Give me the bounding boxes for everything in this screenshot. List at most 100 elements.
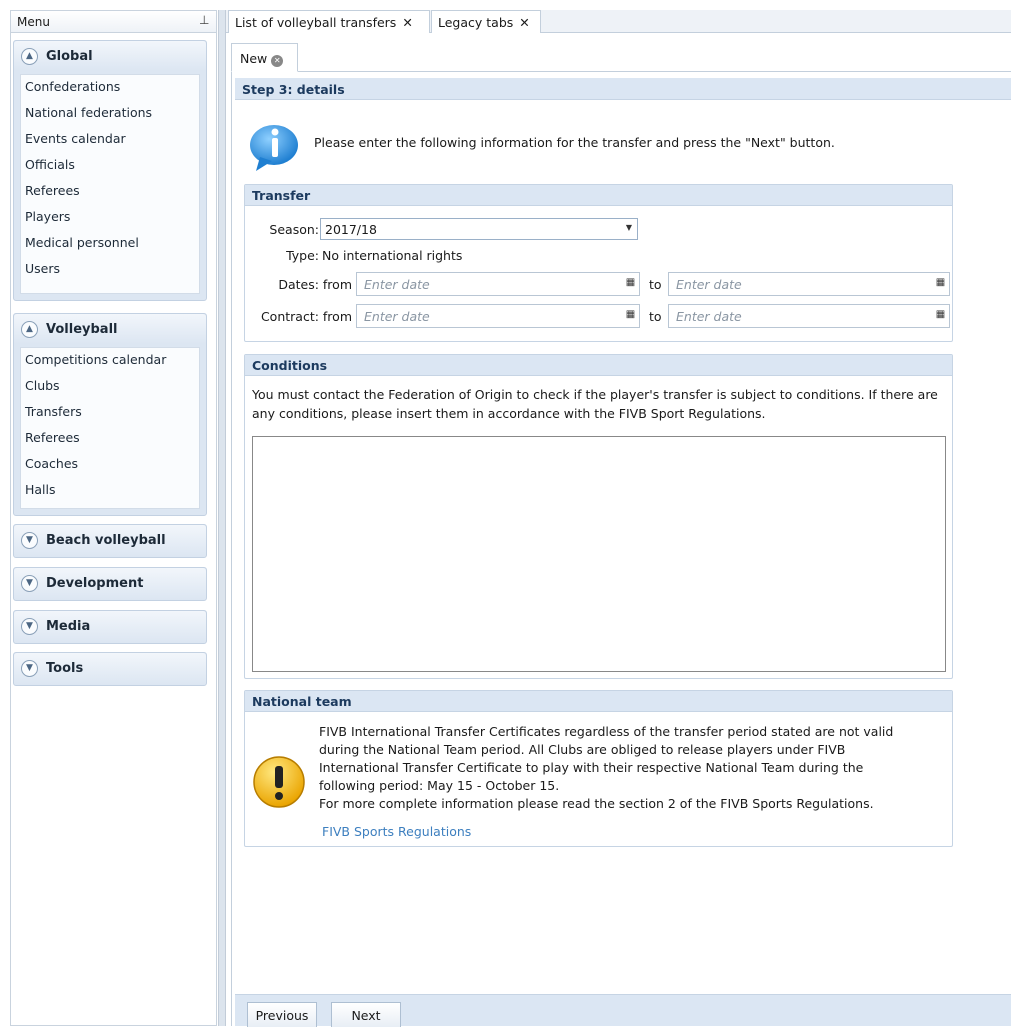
dates-to-field[interactable]: Enter date ▦ bbox=[668, 272, 950, 296]
national-team-line: FIVB International Transfer Certificates… bbox=[319, 724, 894, 739]
menu-group-volleyball-header[interactable]: ▲ Volleyball bbox=[14, 314, 206, 344]
date-placeholder: Enter date bbox=[676, 277, 742, 292]
step-header: Step 3: details bbox=[235, 78, 1011, 100]
calendar-icon[interactable]: ▦ bbox=[934, 277, 947, 291]
menu-group-beach-volleyball-header[interactable]: ▼ Beach volleyball bbox=[14, 525, 206, 557]
transfer-section: Transfer Season: 2017/18 ▼ Type: No inte… bbox=[244, 184, 953, 342]
section-title: National team bbox=[252, 694, 352, 709]
tab-list-of-volleyball-transfers[interactable]: List of volleyball transfers ✕ bbox=[228, 10, 430, 33]
tab-legacy-tabs[interactable]: Legacy tabs ✕ bbox=[431, 10, 541, 33]
calendar-icon[interactable]: ▦ bbox=[624, 277, 637, 291]
tab-new[interactable]: New ✕ bbox=[231, 43, 298, 72]
menu-item-coaches[interactable]: Coaches bbox=[25, 456, 78, 471]
info-icon bbox=[250, 125, 298, 171]
calendar-icon[interactable]: ▦ bbox=[624, 309, 637, 323]
section-title: Conditions bbox=[252, 358, 328, 373]
type-value: No international rights bbox=[322, 248, 463, 263]
national-team-text: FIVB International Transfer Certificates… bbox=[319, 723, 949, 813]
menu-item-referees[interactable]: Referees bbox=[25, 430, 80, 445]
menu-group-tools-header[interactable]: ▼ Tools bbox=[14, 653, 206, 685]
section-title: Transfer bbox=[252, 188, 311, 203]
season-label: Season: bbox=[269, 222, 319, 237]
chevron-down-icon: ▼ bbox=[625, 223, 632, 232]
menu-group-volleyball: ▲ Volleyball Competitions calendar Clubs… bbox=[13, 313, 207, 516]
national-team-line: For more complete information please rea… bbox=[319, 796, 874, 811]
previous-button[interactable]: Previous bbox=[247, 1002, 317, 1027]
dates-from-field[interactable]: Enter date ▦ bbox=[356, 272, 640, 296]
inner-tab-bar: New ✕ bbox=[226, 33, 1011, 73]
chevron-down-icon[interactable]: ▼ bbox=[21, 532, 38, 549]
menu-group-global: ▲ Global Confederations National federat… bbox=[13, 40, 207, 301]
to-label: to bbox=[649, 309, 662, 324]
contract-to-field[interactable]: Enter date ▦ bbox=[668, 304, 950, 328]
menu-item-confederations[interactable]: Confederations bbox=[25, 79, 120, 94]
menu-group-development-header[interactable]: ▼ Development bbox=[14, 568, 206, 600]
type-label: Type: bbox=[286, 248, 319, 263]
tab-label: List of volleyball transfers bbox=[235, 15, 397, 30]
section-header: Conditions bbox=[245, 355, 952, 376]
dates-label: Dates: from bbox=[278, 277, 352, 292]
menu-item-events-calendar[interactable]: Events calendar bbox=[25, 131, 126, 146]
date-placeholder: Enter date bbox=[364, 309, 430, 324]
menu-item-referees[interactable]: Referees bbox=[25, 183, 80, 198]
menu-title: Menu bbox=[17, 15, 50, 29]
warning-icon bbox=[253, 756, 305, 808]
section-header: National team bbox=[245, 691, 952, 712]
calendar-icon[interactable]: ▦ bbox=[934, 309, 947, 323]
conditions-textarea[interactable] bbox=[252, 436, 946, 672]
date-placeholder: Enter date bbox=[364, 277, 430, 292]
section-header: Transfer bbox=[245, 185, 952, 206]
close-icon[interactable]: ✕ bbox=[271, 55, 284, 67]
menu-group-media-header[interactable]: ▼ Media bbox=[14, 611, 206, 643]
menu-item-medical-personnel[interactable]: Medical personnel bbox=[25, 235, 139, 250]
contract-from-field[interactable]: Enter date ▦ bbox=[356, 304, 640, 328]
close-icon[interactable]: ✕ bbox=[519, 15, 529, 30]
menu-group-title: Media bbox=[46, 619, 91, 634]
national-team-line: during the National Team period. All Clu… bbox=[319, 742, 846, 757]
chevron-up-icon[interactable]: ▲ bbox=[21, 321, 38, 338]
to-label: to bbox=[649, 277, 662, 292]
panel-splitter[interactable] bbox=[218, 10, 226, 1026]
menu-item-national-federations[interactable]: National federations bbox=[25, 105, 152, 120]
bottom-button-bar: Previous Next bbox=[235, 994, 1011, 1027]
national-team-line: following period: May 15 - October 15. bbox=[319, 778, 560, 793]
chevron-down-icon[interactable]: ▼ bbox=[21, 618, 38, 635]
chevron-down-icon[interactable]: ▼ bbox=[21, 575, 38, 592]
tab-label: Legacy tabs bbox=[438, 15, 514, 30]
national-team-section: National team FIVB International Transfe… bbox=[244, 690, 953, 847]
national-team-line: International Transfer Certificate to pl… bbox=[319, 760, 864, 775]
menu-group-title: Tools bbox=[46, 661, 84, 676]
menu-item-halls[interactable]: Halls bbox=[25, 482, 56, 497]
season-value: 2017/18 bbox=[325, 222, 377, 237]
menu-group-title: Development bbox=[46, 576, 144, 591]
menu-group-title: Volleyball bbox=[46, 322, 118, 337]
menu-item-transfers[interactable]: Transfers bbox=[25, 404, 82, 419]
info-text: Please enter the following information f… bbox=[314, 135, 835, 150]
menu-group-beach-volleyball[interactable]: ▼ Beach volleyball bbox=[13, 524, 207, 558]
conditions-text: You must contact the Federation of Origi… bbox=[252, 387, 938, 421]
menu-group-volleyball-list: Competitions calendar Clubs Transfers Re… bbox=[20, 347, 200, 509]
content-panel: Step 3: details Please enter the followi… bbox=[231, 72, 1011, 1027]
top-tab-bar: List of volleyball transfers ✕ Legacy tab… bbox=[226, 10, 1011, 33]
menu-item-clubs[interactable]: Clubs bbox=[25, 378, 60, 393]
chevron-up-icon[interactable]: ▲ bbox=[21, 48, 38, 65]
menu-item-players[interactable]: Players bbox=[25, 209, 70, 224]
menu-group-tools[interactable]: ▼ Tools bbox=[13, 652, 207, 686]
menu-item-officials[interactable]: Officials bbox=[25, 157, 75, 172]
menu-group-development[interactable]: ▼ Development bbox=[13, 567, 207, 601]
next-button[interactable]: Next bbox=[331, 1002, 401, 1027]
pin-icon[interactable]: ⊥ bbox=[199, 13, 209, 27]
menu-header: Menu ⊥ bbox=[11, 11, 216, 33]
fivb-regulations-link[interactable]: FIVB Sports Regulations bbox=[322, 824, 471, 839]
menu-item-competitions-calendar[interactable]: Competitions calendar bbox=[25, 352, 166, 367]
menu-group-global-header[interactable]: ▲ Global bbox=[14, 41, 206, 71]
menu-item-users[interactable]: Users bbox=[25, 261, 60, 276]
menu-group-media[interactable]: ▼ Media bbox=[13, 610, 207, 644]
chevron-down-icon[interactable]: ▼ bbox=[21, 660, 38, 677]
menu-group-title: Beach volleyball bbox=[46, 533, 166, 548]
menu-group-global-list: Confederations National federations Even… bbox=[20, 74, 200, 294]
close-icon[interactable]: ✕ bbox=[402, 15, 412, 30]
season-select[interactable]: 2017/18 ▼ bbox=[320, 218, 638, 240]
menu-group-title: Global bbox=[46, 49, 93, 64]
conditions-section: Conditions You must contact the Federati… bbox=[244, 354, 953, 679]
